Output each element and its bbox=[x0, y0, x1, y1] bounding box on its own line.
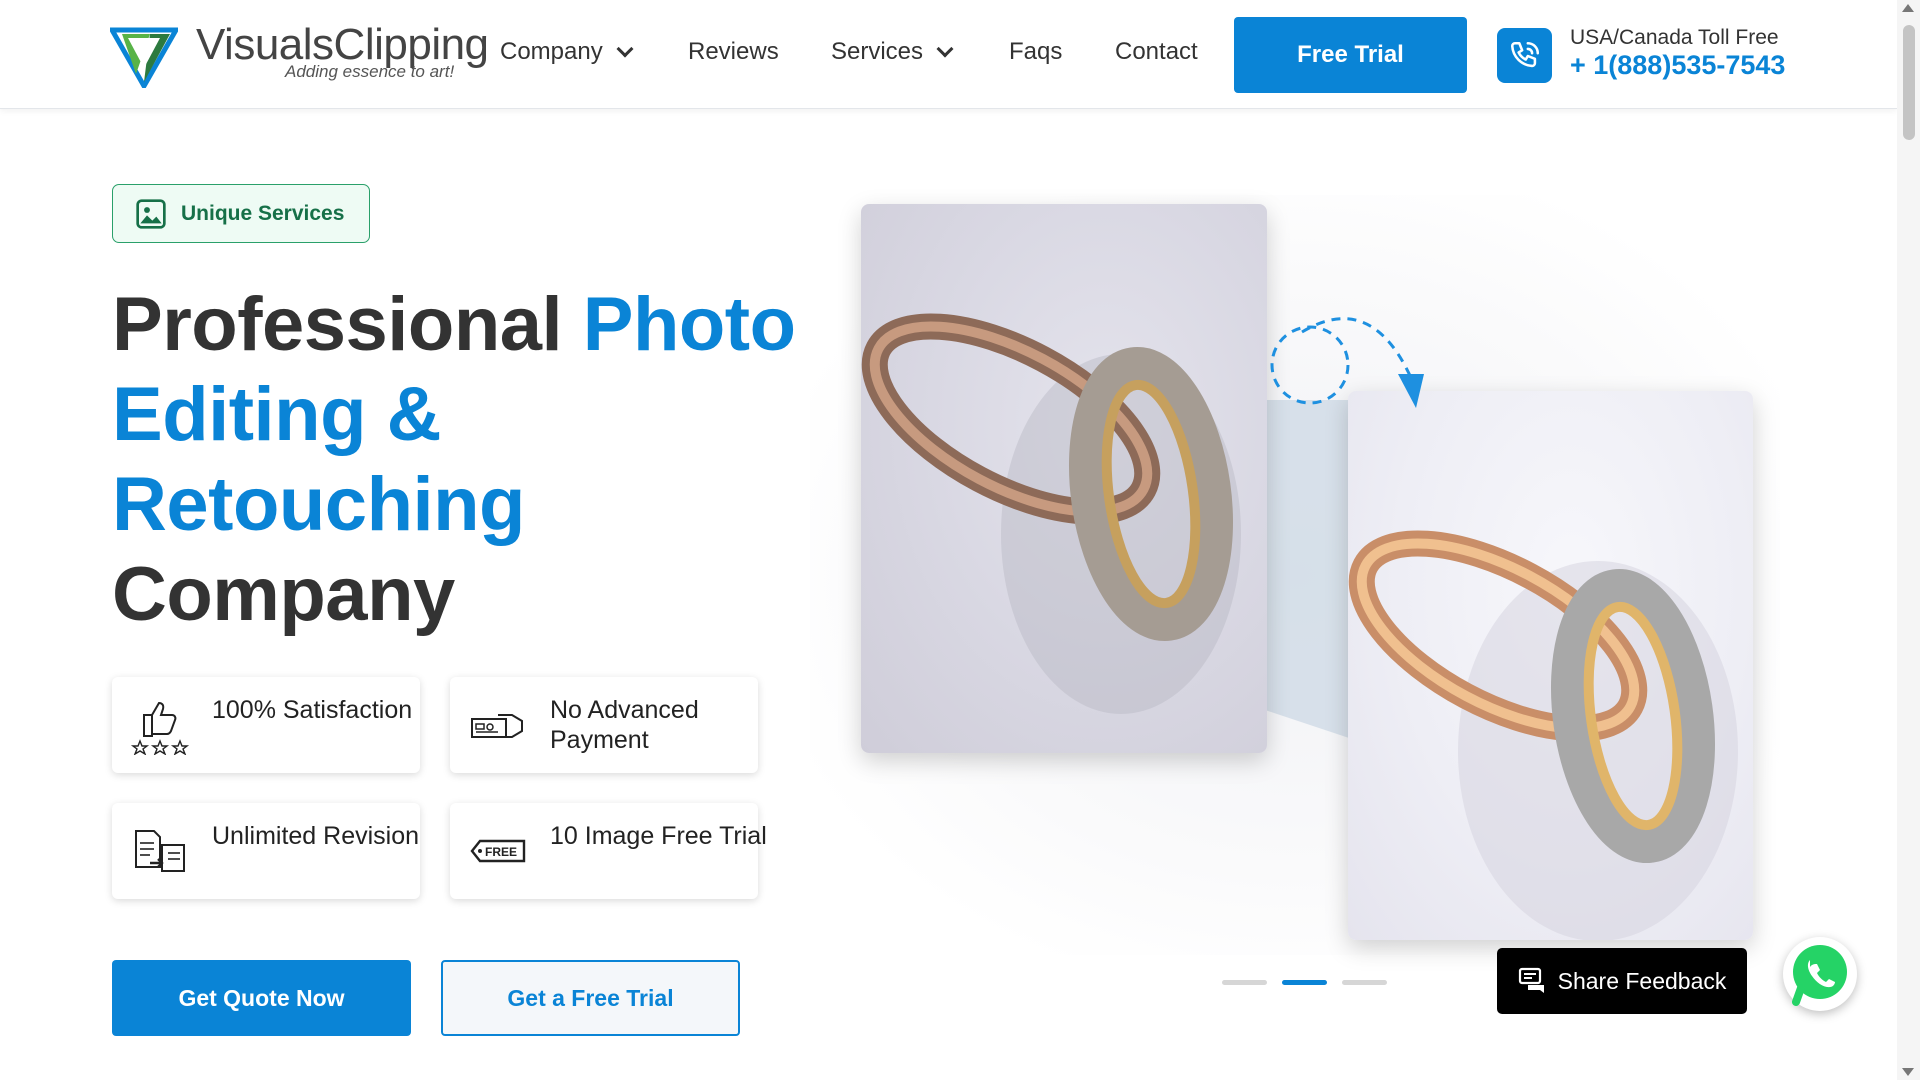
document-revision-icon bbox=[135, 830, 185, 872]
chevron-down-icon bbox=[616, 40, 634, 58]
feature-card-free-trial: FREE 10 Image Free Trial bbox=[450, 803, 767, 899]
free-tag-icon: FREE bbox=[470, 839, 526, 863]
thumbs-up-stars-icon bbox=[130, 701, 190, 755]
before-after-connector bbox=[1265, 400, 1355, 740]
badge-label: Unique Services bbox=[181, 201, 345, 225]
nav-item-label: Contact bbox=[1115, 38, 1198, 65]
get-quote-button[interactable]: Get Quote Now bbox=[112, 960, 411, 1036]
nav-item-company[interactable]: Company bbox=[500, 38, 634, 66]
page-scrollbar[interactable] bbox=[1897, 0, 1920, 1080]
nav-item-label: Reviews bbox=[688, 38, 779, 65]
unique-services-badge: Unique Services bbox=[112, 184, 370, 243]
site-header: VisualsClipping Adding essence to art! C… bbox=[0, 0, 1897, 109]
scrollbar-thumb[interactable] bbox=[1903, 25, 1915, 140]
image-icon bbox=[136, 198, 166, 229]
logo-mark-icon bbox=[110, 27, 178, 88]
headline-highlight: Photo bbox=[582, 282, 796, 367]
nav-item-faqs[interactable]: Faqs bbox=[1009, 38, 1062, 66]
feature-label: No Advanced Payment bbox=[550, 696, 699, 754]
feature-label: 10 Image Free Trial bbox=[550, 822, 767, 850]
feedback-chat-icon bbox=[1518, 967, 1544, 993]
whatsapp-icon bbox=[1792, 945, 1847, 1006]
phone-label: USA/Canada Toll Free bbox=[1570, 26, 1779, 49]
phone-number-link[interactable]: + 1(888)535-7543 bbox=[1570, 50, 1785, 81]
phone-icon[interactable] bbox=[1497, 28, 1552, 83]
chevron-down-icon bbox=[936, 40, 954, 58]
slider-dot[interactable] bbox=[1222, 980, 1267, 985]
scroll-down-arrow-icon[interactable] bbox=[1902, 1068, 1914, 1076]
free-trial-button[interactable]: Free Trial bbox=[1234, 17, 1467, 93]
headline-highlight: Retouching bbox=[112, 462, 525, 547]
nav-item-label: Services bbox=[831, 38, 924, 65]
rings-photo-after bbox=[1348, 530, 1738, 940]
headline-part: Company bbox=[112, 552, 455, 637]
logo[interactable]: VisualsClipping Adding essence to art! bbox=[110, 20, 489, 90]
before-photo bbox=[861, 204, 1267, 753]
nav-item-services[interactable]: Services bbox=[831, 38, 954, 66]
svg-text:FREE: FREE bbox=[485, 845, 517, 859]
payment-card-icon bbox=[471, 714, 523, 738]
hero-headline: Professional Photo Editing & Retouching … bbox=[112, 280, 812, 640]
nav-item-label: Faqs bbox=[1009, 38, 1063, 65]
feature-card-satisfaction: 100% Satisfaction bbox=[112, 677, 420, 773]
rings-photo-before bbox=[861, 313, 1241, 714]
nav-item-label: Company bbox=[500, 38, 603, 65]
feature-label: 100% Satisfaction bbox=[212, 696, 413, 724]
feature-label: Unlimited Revision bbox=[212, 822, 420, 850]
logo-tagline: Adding essence to art! bbox=[285, 62, 455, 81]
share-feedback-button[interactable]: Share Feedback bbox=[1497, 948, 1747, 1014]
nav-item-contact[interactable]: Contact bbox=[1115, 38, 1198, 66]
nav-item-reviews[interactable]: Reviews bbox=[688, 38, 779, 66]
headline-part: Professional bbox=[112, 282, 583, 367]
scroll-up-arrow-icon[interactable] bbox=[1902, 4, 1914, 12]
after-photo bbox=[1348, 391, 1753, 940]
headline-highlight: Editing & bbox=[112, 372, 442, 457]
dashed-arrow-icon bbox=[1270, 317, 1424, 408]
feedback-label: Share Feedback bbox=[1557, 967, 1727, 994]
slider-dot[interactable] bbox=[1342, 980, 1387, 985]
feature-card-unlimited-revision: Unlimited Revision bbox=[112, 803, 420, 899]
get-free-trial-button[interactable]: Get a Free Trial bbox=[441, 960, 740, 1036]
feature-card-no-advance-payment: No Advanced Payment bbox=[450, 677, 758, 773]
whatsapp-button[interactable] bbox=[1783, 937, 1857, 1011]
slider-dot-active[interactable] bbox=[1282, 980, 1327, 985]
